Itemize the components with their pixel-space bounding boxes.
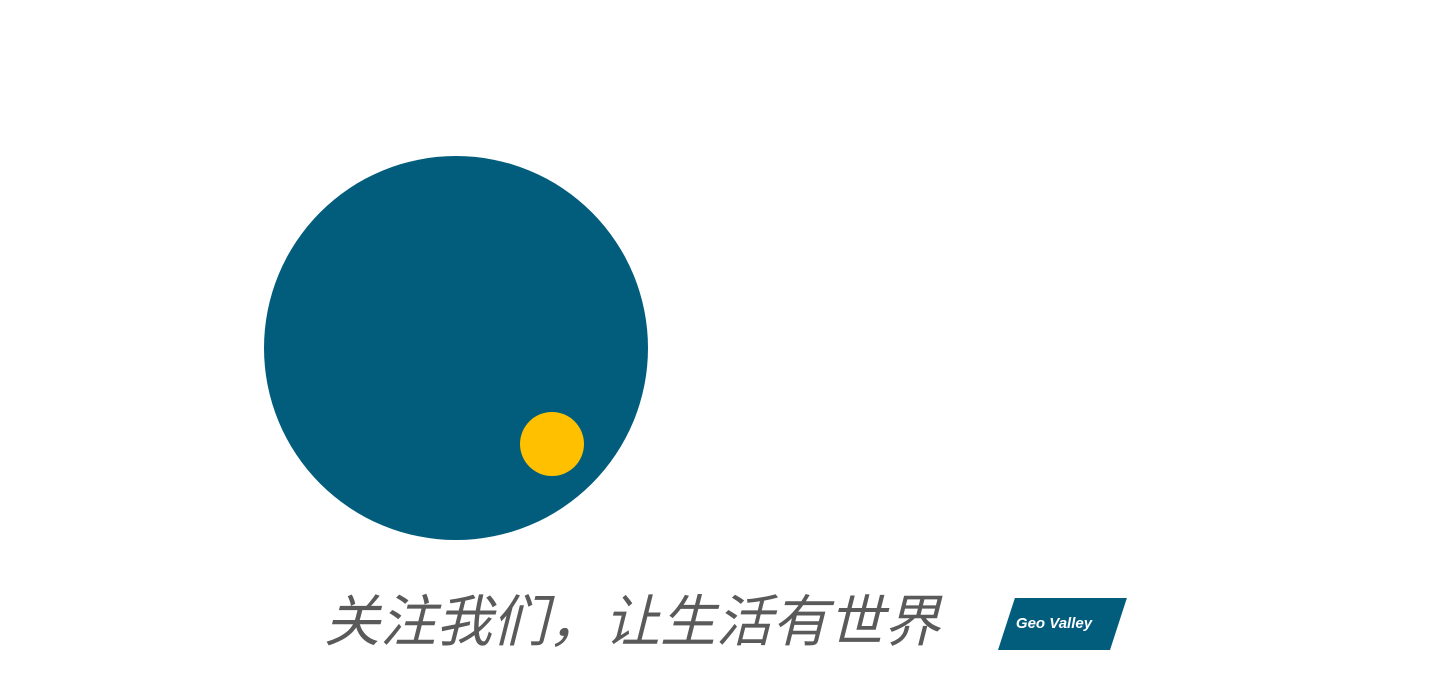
brand-badge-label: Geo Valley [1015,615,1093,632]
small-yellow-circle [520,412,584,476]
large-teal-circle [264,156,648,540]
slogan-text: 关注我们，让生活有世界 [324,590,940,655]
